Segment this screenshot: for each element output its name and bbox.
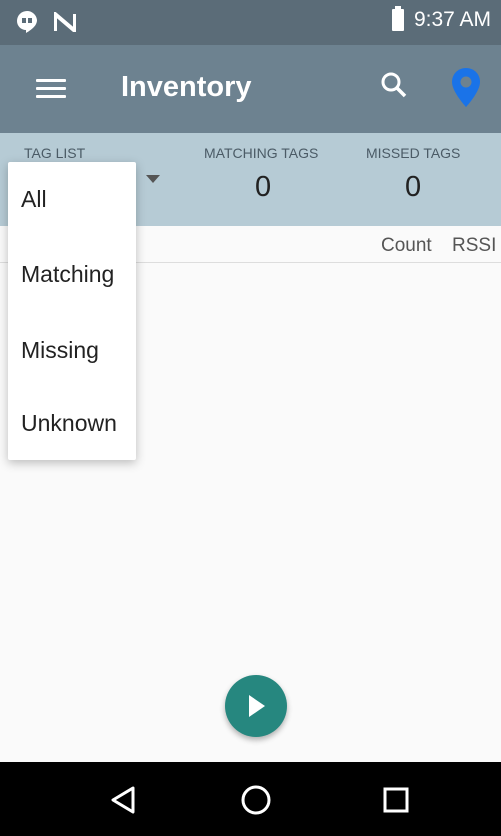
page-title: Inventory: [121, 71, 252, 103]
status-time: 9:37 AM: [413, 8, 491, 31]
missed-tags-label: MISSED TAGS: [366, 145, 461, 161]
tag-list-label: TAG LIST: [24, 145, 86, 161]
dropdown-option-missing[interactable]: Missing: [21, 337, 99, 364]
dropdown-option-matching[interactable]: Matching: [21, 261, 114, 288]
navigation-bar: [0, 762, 501, 836]
status-bar: 9:37 AM: [0, 0, 501, 45]
location-pin-icon[interactable]: [450, 67, 482, 109]
status-left-icons: [16, 10, 76, 34]
home-icon[interactable]: [238, 782, 274, 818]
matching-tags-label: MATCHING TAGS: [204, 145, 319, 161]
play-icon: [249, 695, 265, 717]
back-icon[interactable]: [105, 782, 141, 818]
menu-icon[interactable]: [36, 79, 66, 99]
dropdown-option-all[interactable]: All: [21, 186, 47, 213]
matching-tags-value: 0: [255, 171, 272, 203]
rssi-column-header: RSSI: [452, 235, 497, 256]
chevron-down-icon[interactable]: [146, 175, 160, 183]
battery-icon: [391, 6, 404, 31]
missed-tags-value: 0: [405, 171, 422, 203]
search-icon[interactable]: [380, 71, 408, 99]
dropdown-option-unknown[interactable]: Unknown: [21, 410, 117, 437]
status-right: 9:37 AM: [391, 6, 491, 32]
count-column-header: Count: [381, 235, 432, 256]
recents-icon[interactable]: [378, 782, 414, 818]
start-inventory-button[interactable]: [225, 675, 287, 737]
tag-list-dropdown: All Matching Missing Unknown: [8, 162, 136, 460]
hangouts-icon: [17, 10, 37, 33]
app-bar: Inventory: [0, 45, 501, 133]
n-icon: [54, 12, 76, 32]
